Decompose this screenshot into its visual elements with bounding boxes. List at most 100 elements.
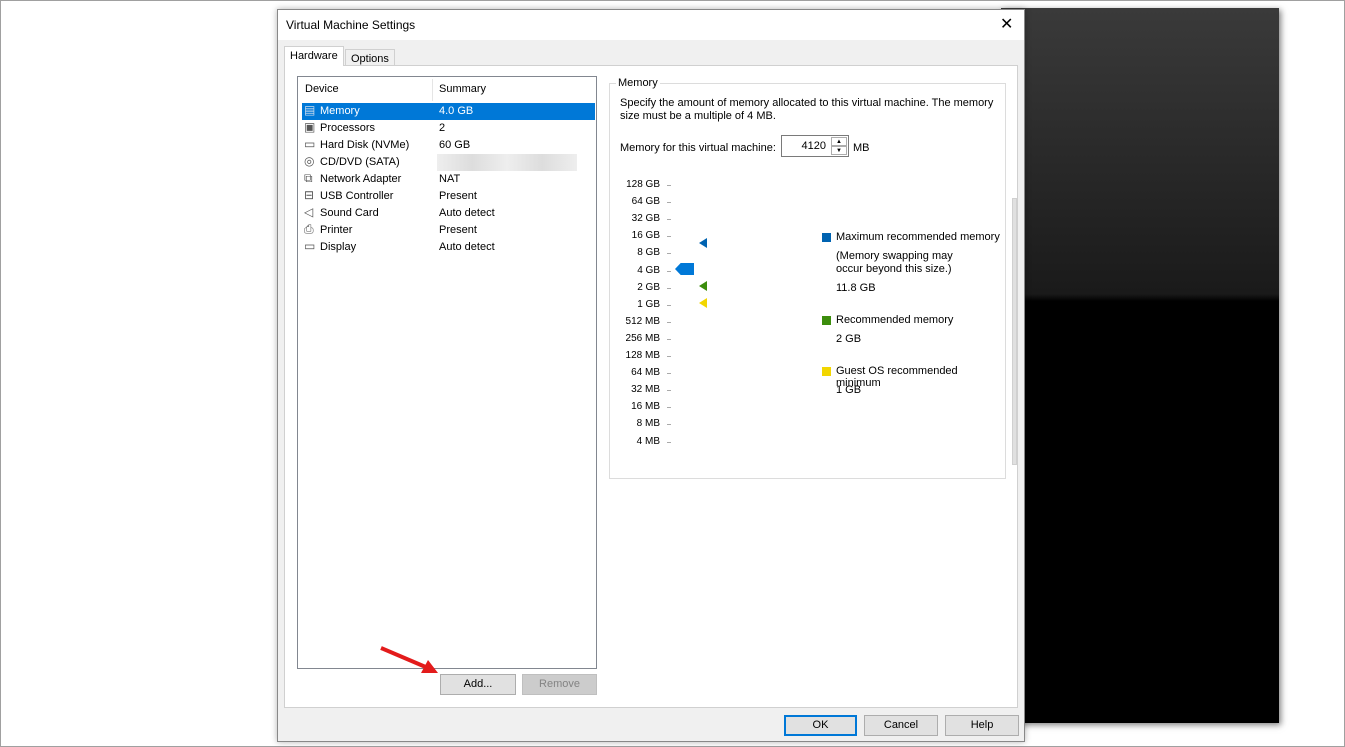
scale-tick — [667, 304, 671, 306]
display-icon: ▭ — [304, 239, 316, 253]
device-name: Sound Card — [320, 207, 379, 219]
scale-tick — [667, 253, 671, 255]
usb-icon: ⊟ — [304, 188, 315, 202]
scale-label: 512 MB — [625, 315, 660, 327]
increment-button[interactable]: ▲ — [831, 137, 847, 146]
memory-slider-track[interactable] — [1012, 198, 1017, 465]
device-row-processors[interactable]: ▣ Processors 2 — [302, 120, 595, 137]
column-header-device[interactable]: Device — [305, 83, 339, 101]
scale-label: 4 MB — [636, 435, 660, 447]
scale-label: 8 MB — [636, 418, 660, 430]
scale-tick — [667, 185, 671, 186]
device-row-memory[interactable]: ▤ Memory 4.0 GB — [302, 103, 595, 120]
device-name: Network Adapter — [320, 173, 402, 185]
device-summary: Auto detect — [439, 207, 495, 219]
device-name: Processors — [320, 122, 376, 134]
scale-tick — [667, 287, 671, 289]
hardware-panel: Device Summary ▤ Memory 4.0 GB ▣ Processors 2… — [284, 65, 1018, 708]
memory-group-label: Memory — [616, 77, 660, 89]
recommended-marker — [699, 281, 707, 291]
speaker-icon: ◁ — [304, 205, 314, 219]
title-bar: Virtual Machine Settings ✕ — [278, 10, 1024, 40]
scale-label: 8 GB — [637, 247, 660, 259]
max-legend-value: 11.8 GB — [836, 282, 876, 294]
device-summary: 60 GB — [439, 139, 471, 151]
recommended-legend-title: Recommended memory — [836, 314, 954, 326]
max-recommended-marker — [699, 238, 707, 248]
printer-icon: ⎙ — [304, 222, 314, 236]
device-summary: 2 — [439, 122, 446, 134]
background-window — [1001, 8, 1279, 723]
remove-button[interactable]: Remove — [522, 674, 597, 695]
max-legend-note: (Memory swapping may occur beyond this s… — [836, 250, 953, 275]
settings-dialog: Virtual Machine Settings ✕ Hardware Opti… — [277, 9, 1025, 742]
device-row-printer[interactable]: ⎙ Printer Present — [302, 222, 595, 239]
guest-min-legend-swatch — [822, 367, 831, 376]
close-icon[interactable]: ✕ — [1000, 14, 1013, 34]
device-name: Display — [320, 241, 357, 253]
cancel-button[interactable]: Cancel — [864, 715, 938, 736]
processor-icon: ▣ — [304, 120, 316, 134]
device-summary: 4.0 GB — [439, 105, 474, 117]
decrement-button[interactable]: ▼ — [831, 146, 847, 155]
device-summary: Present — [439, 190, 477, 202]
scale-label: 2 GB — [637, 281, 660, 293]
device-name: USB Controller — [320, 190, 394, 202]
scale-label: 32 MB — [631, 384, 660, 396]
device-row-cd-dvd-sata[interactable]: ◎ CD/DVD (SATA) — [302, 154, 595, 171]
device-row-hard-disk-nvme[interactable]: ▭ Hard Disk (NVMe) 60 GB — [302, 137, 595, 154]
recommended-legend-swatch — [822, 316, 831, 325]
recommended-legend-value: 2 GB — [836, 333, 862, 345]
device-row-network-adapter[interactable]: ⧉ Network Adapter NAT — [302, 171, 595, 188]
scale-label: 16 GB — [631, 230, 660, 242]
scale-tick — [667, 390, 671, 392]
device-row-usb-controller[interactable]: ⊟ USB Controller Present — [302, 188, 595, 205]
memory-field-label: Memory for this virtual machine: — [620, 142, 776, 154]
scale-tick — [667, 441, 671, 443]
red-arrow-annotation — [380, 646, 438, 673]
scale-label: 1 GB — [637, 298, 660, 310]
network-adapter-icon: ⧉ — [304, 171, 313, 185]
device-summary: NAT — [439, 173, 461, 185]
scale-label: 64 GB — [631, 196, 660, 208]
scale-tick — [667, 202, 671, 204]
guest-min-legend-value: 1 GB — [836, 384, 862, 396]
memory-stepper[interactable]: 4120 ▲ ▼ — [781, 135, 849, 157]
dialog-title: Virtual Machine Settings — [286, 18, 416, 32]
scale-label: 64 MB — [631, 367, 660, 379]
memory-input[interactable]: 4120 — [802, 140, 826, 152]
device-list[interactable]: Device Summary ▤ Memory 4.0 GB ▣ Processors 2… — [297, 76, 597, 669]
column-header-summary[interactable]: Summary — [439, 83, 486, 101]
device-name: Printer — [320, 224, 353, 236]
scale-tick — [667, 424, 671, 426]
max-legend-title: Maximum recommended memory — [836, 231, 1000, 243]
add-button[interactable]: Add... — [440, 674, 516, 695]
scale-tick — [667, 373, 671, 375]
scale-label: 32 GB — [631, 213, 660, 225]
memory-slider-thumb[interactable] — [675, 263, 694, 275]
scale-label: 256 MB — [625, 332, 660, 344]
hard-disk-icon: ▭ — [304, 137, 316, 151]
scale-tick — [667, 338, 671, 340]
guest-min-legend-title: Guest OS recommended minimum — [836, 365, 958, 389]
tab-hardware[interactable]: Hardware — [284, 46, 344, 66]
device-name: CD/DVD (SATA) — [320, 156, 400, 168]
device-summary: Auto detect — [439, 241, 495, 253]
scale-tick — [667, 407, 671, 409]
scale-label: 128 GB — [626, 179, 660, 190]
scale-tick — [667, 219, 671, 221]
device-name: Hard Disk (NVMe) — [320, 139, 410, 151]
ok-button[interactable]: OK — [784, 715, 857, 736]
memory-unit: MB — [853, 142, 870, 154]
help-button[interactable]: Help — [945, 715, 1019, 736]
device-row-display[interactable]: ▭ Display Auto detect — [302, 239, 595, 256]
guest-min-marker — [699, 298, 707, 308]
scale-tick — [667, 356, 671, 357]
scale-label: 16 MB — [631, 401, 660, 413]
device-row-sound-card[interactable]: ◁ Sound Card Auto detect — [302, 205, 595, 222]
memory-group: Memory Specify the amount of memory allo… — [609, 77, 1017, 479]
memory-icon: ▤ — [304, 103, 316, 117]
cd-dvd-icon: ◎ — [304, 154, 315, 168]
scale-tick — [667, 236, 671, 238]
scale-label: 4 GB — [637, 264, 660, 276]
